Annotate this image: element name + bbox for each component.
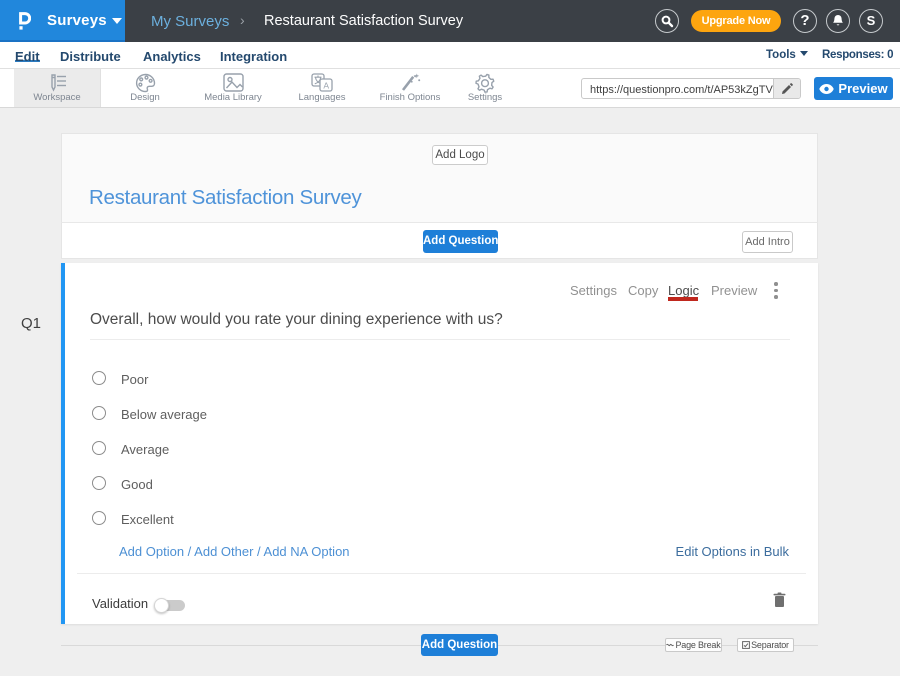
svg-text:A: A	[323, 80, 329, 90]
